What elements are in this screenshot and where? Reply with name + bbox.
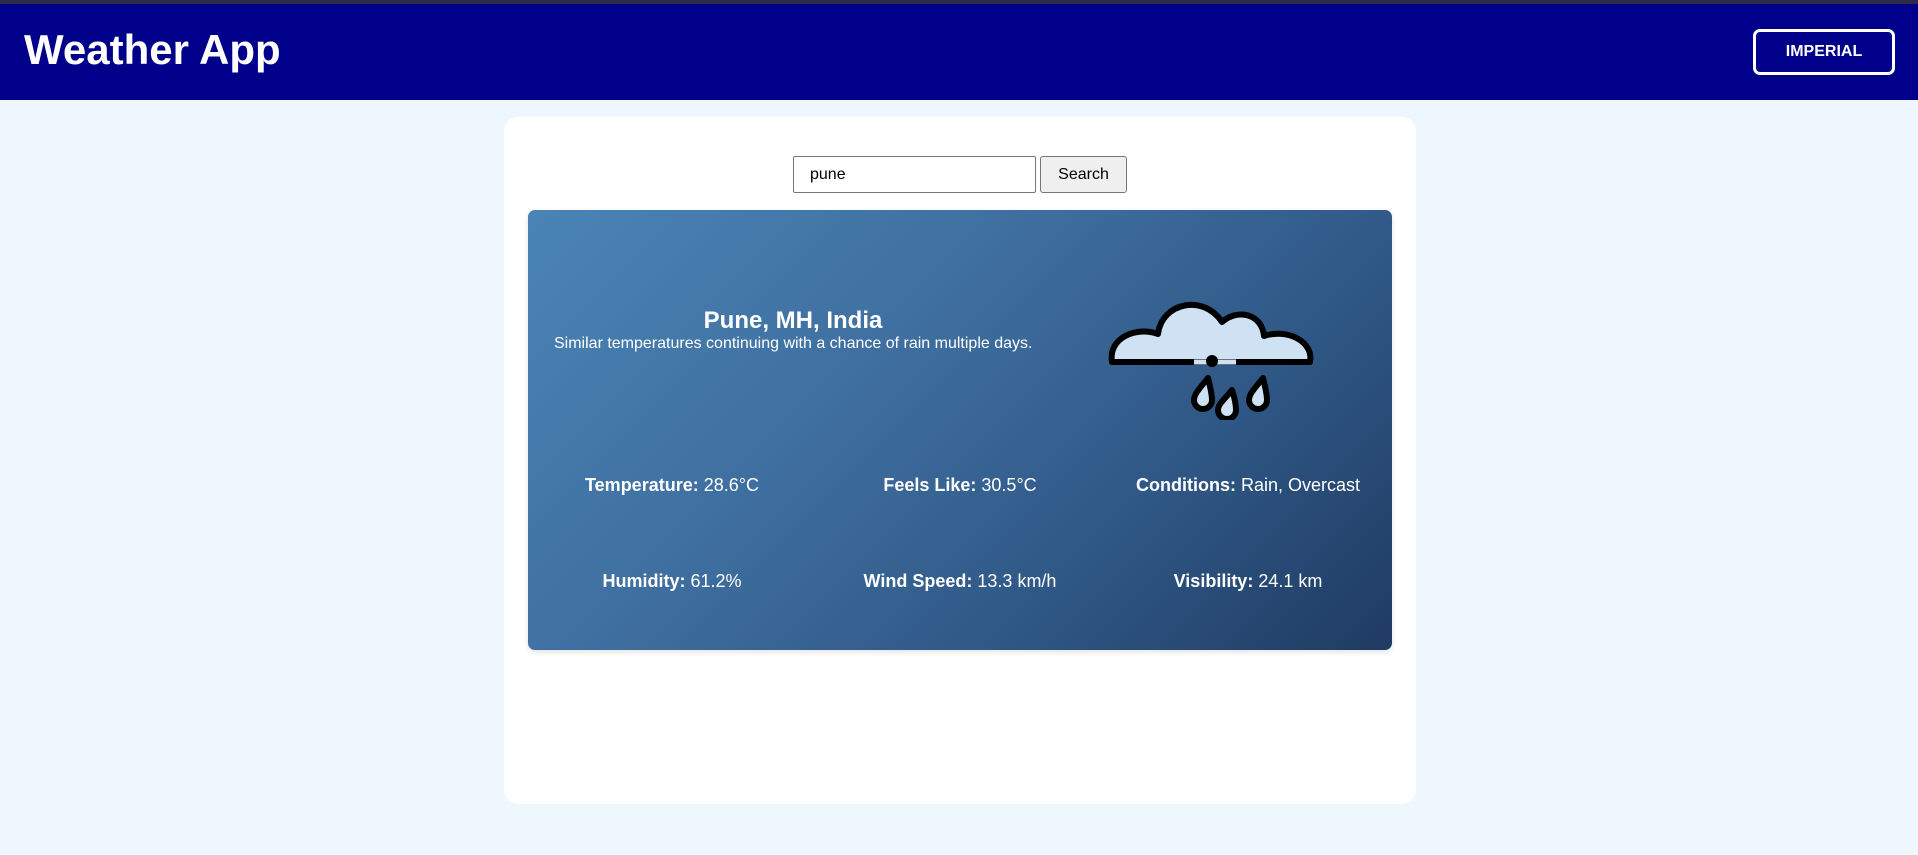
stat-value: 28.6°C	[703, 475, 759, 495]
stat-label: Humidity:	[602, 571, 686, 591]
weather-card: Pune, MH, India Similar temperatures con…	[528, 210, 1392, 650]
city-search-input[interactable]	[793, 156, 1036, 193]
stat-value: 24.1 km	[1258, 571, 1323, 591]
rain-cloud-icon	[1108, 302, 1314, 420]
stat-label: Temperature:	[585, 475, 699, 495]
stat-label: Visibility:	[1173, 571, 1254, 591]
stat-label: Wind Speed:	[863, 571, 973, 591]
stat-label: Conditions:	[1135, 475, 1236, 495]
stat-value: Rain, Overcast	[1240, 475, 1361, 495]
units-toggle-button[interactable]: IMPERIAL	[1753, 29, 1895, 75]
location-title: Pune, MH, India	[703, 307, 883, 334]
stat-value: 13.3 km/h	[977, 571, 1057, 591]
forecast-description: Similar temperatures continuing with a c…	[554, 335, 1033, 352]
stat-humidity: Humidity: 61.2%	[528, 571, 816, 592]
stat-visibility: Visibility: 24.1 km	[1104, 571, 1392, 592]
app-header: Weather App IMPERIAL	[0, 4, 1918, 100]
stat-wind-speed: Wind Speed: 13.3 km/h	[816, 571, 1104, 592]
search-button[interactable]: Search	[1040, 156, 1127, 193]
app-title: Weather App	[24, 26, 281, 73]
stat-conditions: Conditions: Rain, Overcast	[1104, 475, 1392, 496]
stat-temperature: Temperature: 28.6°C	[528, 475, 816, 496]
stat-value: 30.5°C	[981, 475, 1037, 495]
stat-value: 61.2%	[690, 571, 742, 591]
stat-label: Feels Like:	[883, 475, 977, 495]
stat-feels-like: Feels Like: 30.5°C	[816, 475, 1104, 496]
